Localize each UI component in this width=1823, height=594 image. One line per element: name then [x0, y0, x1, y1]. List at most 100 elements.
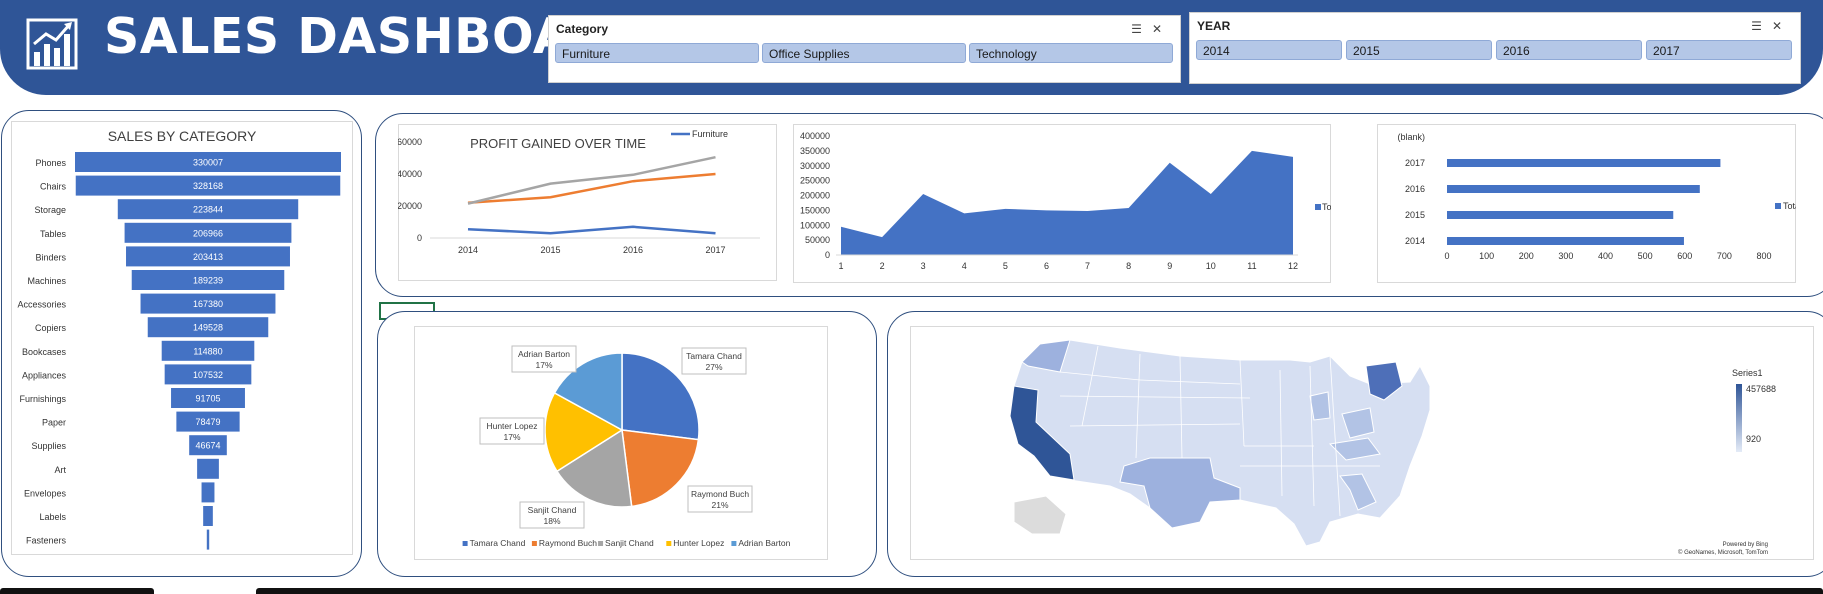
- legend-label: Hunter Lopez: [673, 538, 724, 548]
- x-tick-label: 800: [1756, 251, 1771, 261]
- x-tick-label: 3: [921, 261, 926, 271]
- x-tick-label: 2015: [540, 245, 560, 255]
- sales-by-person-chart: Tamara Chand27%Raymond Buch21%Sanjit Cha…: [462, 345, 791, 548]
- slicer-item-2015[interactable]: 2015: [1346, 40, 1492, 60]
- x-tick-label: 200: [1519, 251, 1534, 261]
- y-tick-label: 50000: [805, 235, 830, 245]
- category-label: 2016: [1405, 184, 1425, 194]
- category-label: Accessories: [17, 300, 66, 310]
- data-label: 330007: [193, 158, 223, 168]
- category-label: Appliances: [22, 370, 67, 380]
- category-label: Bookcases: [22, 347, 67, 357]
- category-slicer-title: Category: [556, 22, 609, 36]
- y-tick-label: 200000: [800, 191, 830, 201]
- x-tick-label: 2017: [705, 245, 725, 255]
- legend-label: Raymond Buch: [539, 538, 597, 548]
- slicer-item-2014[interactable]: 2014: [1196, 40, 1342, 60]
- x-tick-label: 100: [1479, 251, 1494, 261]
- category-label: Chairs: [40, 182, 67, 192]
- x-tick-label: 8: [1126, 261, 1131, 271]
- category-label: Art: [54, 465, 66, 475]
- x-tick-label: 2: [880, 261, 885, 271]
- data-label-name: Sanjit Chand: [528, 505, 577, 515]
- y-tick-label: 40000: [398, 169, 422, 179]
- slicer-item-office-supplies[interactable]: Office Supplies: [762, 43, 966, 63]
- funnel-bar: [197, 458, 219, 479]
- category-label: Machines: [27, 276, 66, 286]
- data-label-name: Adrian Barton: [518, 349, 570, 359]
- x-tick-label: 0: [1444, 251, 1449, 261]
- y-tick-label: 250000: [800, 176, 830, 186]
- bar: [1447, 211, 1674, 219]
- y-tick-label: 350000: [800, 146, 830, 156]
- data-label: 203413: [193, 252, 223, 262]
- x-tick-label: 700: [1717, 251, 1732, 261]
- slicer-item-technology[interactable]: Technology: [969, 43, 1173, 63]
- legend-label: Total: [1322, 202, 1331, 212]
- us-states-map: [1009, 339, 1431, 547]
- data-label-name: Raymond Buch: [691, 489, 749, 499]
- data-label: 223844: [193, 205, 223, 215]
- data-label: 107532: [193, 370, 223, 380]
- series-line: [467, 225, 716, 235]
- orders-by-year-chart: (blank) 2017 2016 2015 2014 0 100 200 300 400 500 6…: [1397, 132, 1796, 261]
- bottom-edge-right: [256, 588, 1823, 594]
- sales-by-category-chart: SALES BY CATEGORY Phones 330007 Chairs 32816…: [17, 128, 341, 550]
- legend-swatch: [731, 541, 737, 546]
- us-sales-map: Series1 457688 920 Powered by Bing © Geo…: [1009, 339, 1776, 556]
- year-slicer: YEAR ☰✕ 2014 2015 2016 2017: [1189, 12, 1801, 84]
- legend-label: Furniture: [692, 129, 728, 139]
- legend-label: Tamara Chand: [470, 538, 526, 548]
- x-tick-label: 9: [1167, 261, 1172, 271]
- data-label-percent: 17%: [503, 432, 520, 442]
- data-label-percent: 17%: [535, 360, 552, 370]
- x-tick-label: 500: [1638, 251, 1653, 261]
- multi-select-icon[interactable]: ☰: [1751, 19, 1772, 33]
- funnel-bar: [206, 529, 210, 550]
- multi-select-icon[interactable]: ☰: [1131, 22, 1152, 36]
- y-tick-label: 20000: [398, 201, 422, 211]
- category-label: (blank): [1397, 132, 1425, 142]
- data-label-percent: 21%: [711, 500, 728, 510]
- y-tick-label: 100000: [800, 220, 830, 230]
- data-label: 149528: [193, 323, 223, 333]
- legend-swatch: [531, 541, 537, 546]
- slicer-item-2016[interactable]: 2016: [1496, 40, 1642, 60]
- category-label: Copiers: [35, 323, 67, 333]
- legend-swatch: [1775, 203, 1781, 209]
- category-label: Supplies: [31, 441, 66, 451]
- slicer-item-2017[interactable]: 2017: [1646, 40, 1792, 60]
- x-tick-label: 7: [1085, 261, 1090, 271]
- slicer-item-furniture[interactable]: Furniture: [555, 43, 759, 63]
- legend-label: Total: [1783, 201, 1796, 211]
- legend-swatch: [462, 541, 468, 546]
- bottom-edge-left: [0, 588, 154, 594]
- legend-label: Adrian Barton: [738, 538, 790, 548]
- clear-filter-icon[interactable]: ✕: [1152, 22, 1172, 36]
- x-tick-label: 400: [1598, 251, 1613, 261]
- year-slicer-title: YEAR: [1197, 19, 1231, 33]
- bar: [1447, 185, 1700, 193]
- chart-title: SALES BY CATEGORY: [108, 128, 257, 144]
- category-label: Tables: [40, 229, 67, 239]
- data-label: 189239: [193, 276, 223, 286]
- category-label: Phones: [35, 158, 66, 168]
- category-slicer: Category ☰✕ Furniture Office Supplies Te…: [548, 15, 1181, 83]
- clear-filter-icon[interactable]: ✕: [1772, 19, 1792, 33]
- legend-swatch: [1315, 204, 1321, 210]
- series-line: [467, 155, 716, 205]
- x-tick-label: 2016: [623, 245, 643, 255]
- x-tick-label: 1: [838, 261, 843, 271]
- y-tick-label: 60000: [398, 137, 422, 147]
- x-tick-label: 5: [1003, 261, 1008, 271]
- data-label-percent: 27%: [705, 362, 722, 372]
- category-label: 2015: [1405, 210, 1425, 220]
- area-series: [841, 150, 1293, 255]
- data-label: 206966: [193, 228, 223, 238]
- funnel-bar: [203, 506, 213, 526]
- profit-over-time-chart: 0 20000 40000 60000 2014 2015 2016 2017 PROFIT G…: [398, 129, 760, 255]
- map-legend-min: 920: [1746, 434, 1761, 444]
- category-label: 2017: [1405, 158, 1425, 168]
- map-attribution-bing: Powered by Bing: [1723, 542, 1768, 548]
- category-label: Furnishings: [19, 394, 66, 404]
